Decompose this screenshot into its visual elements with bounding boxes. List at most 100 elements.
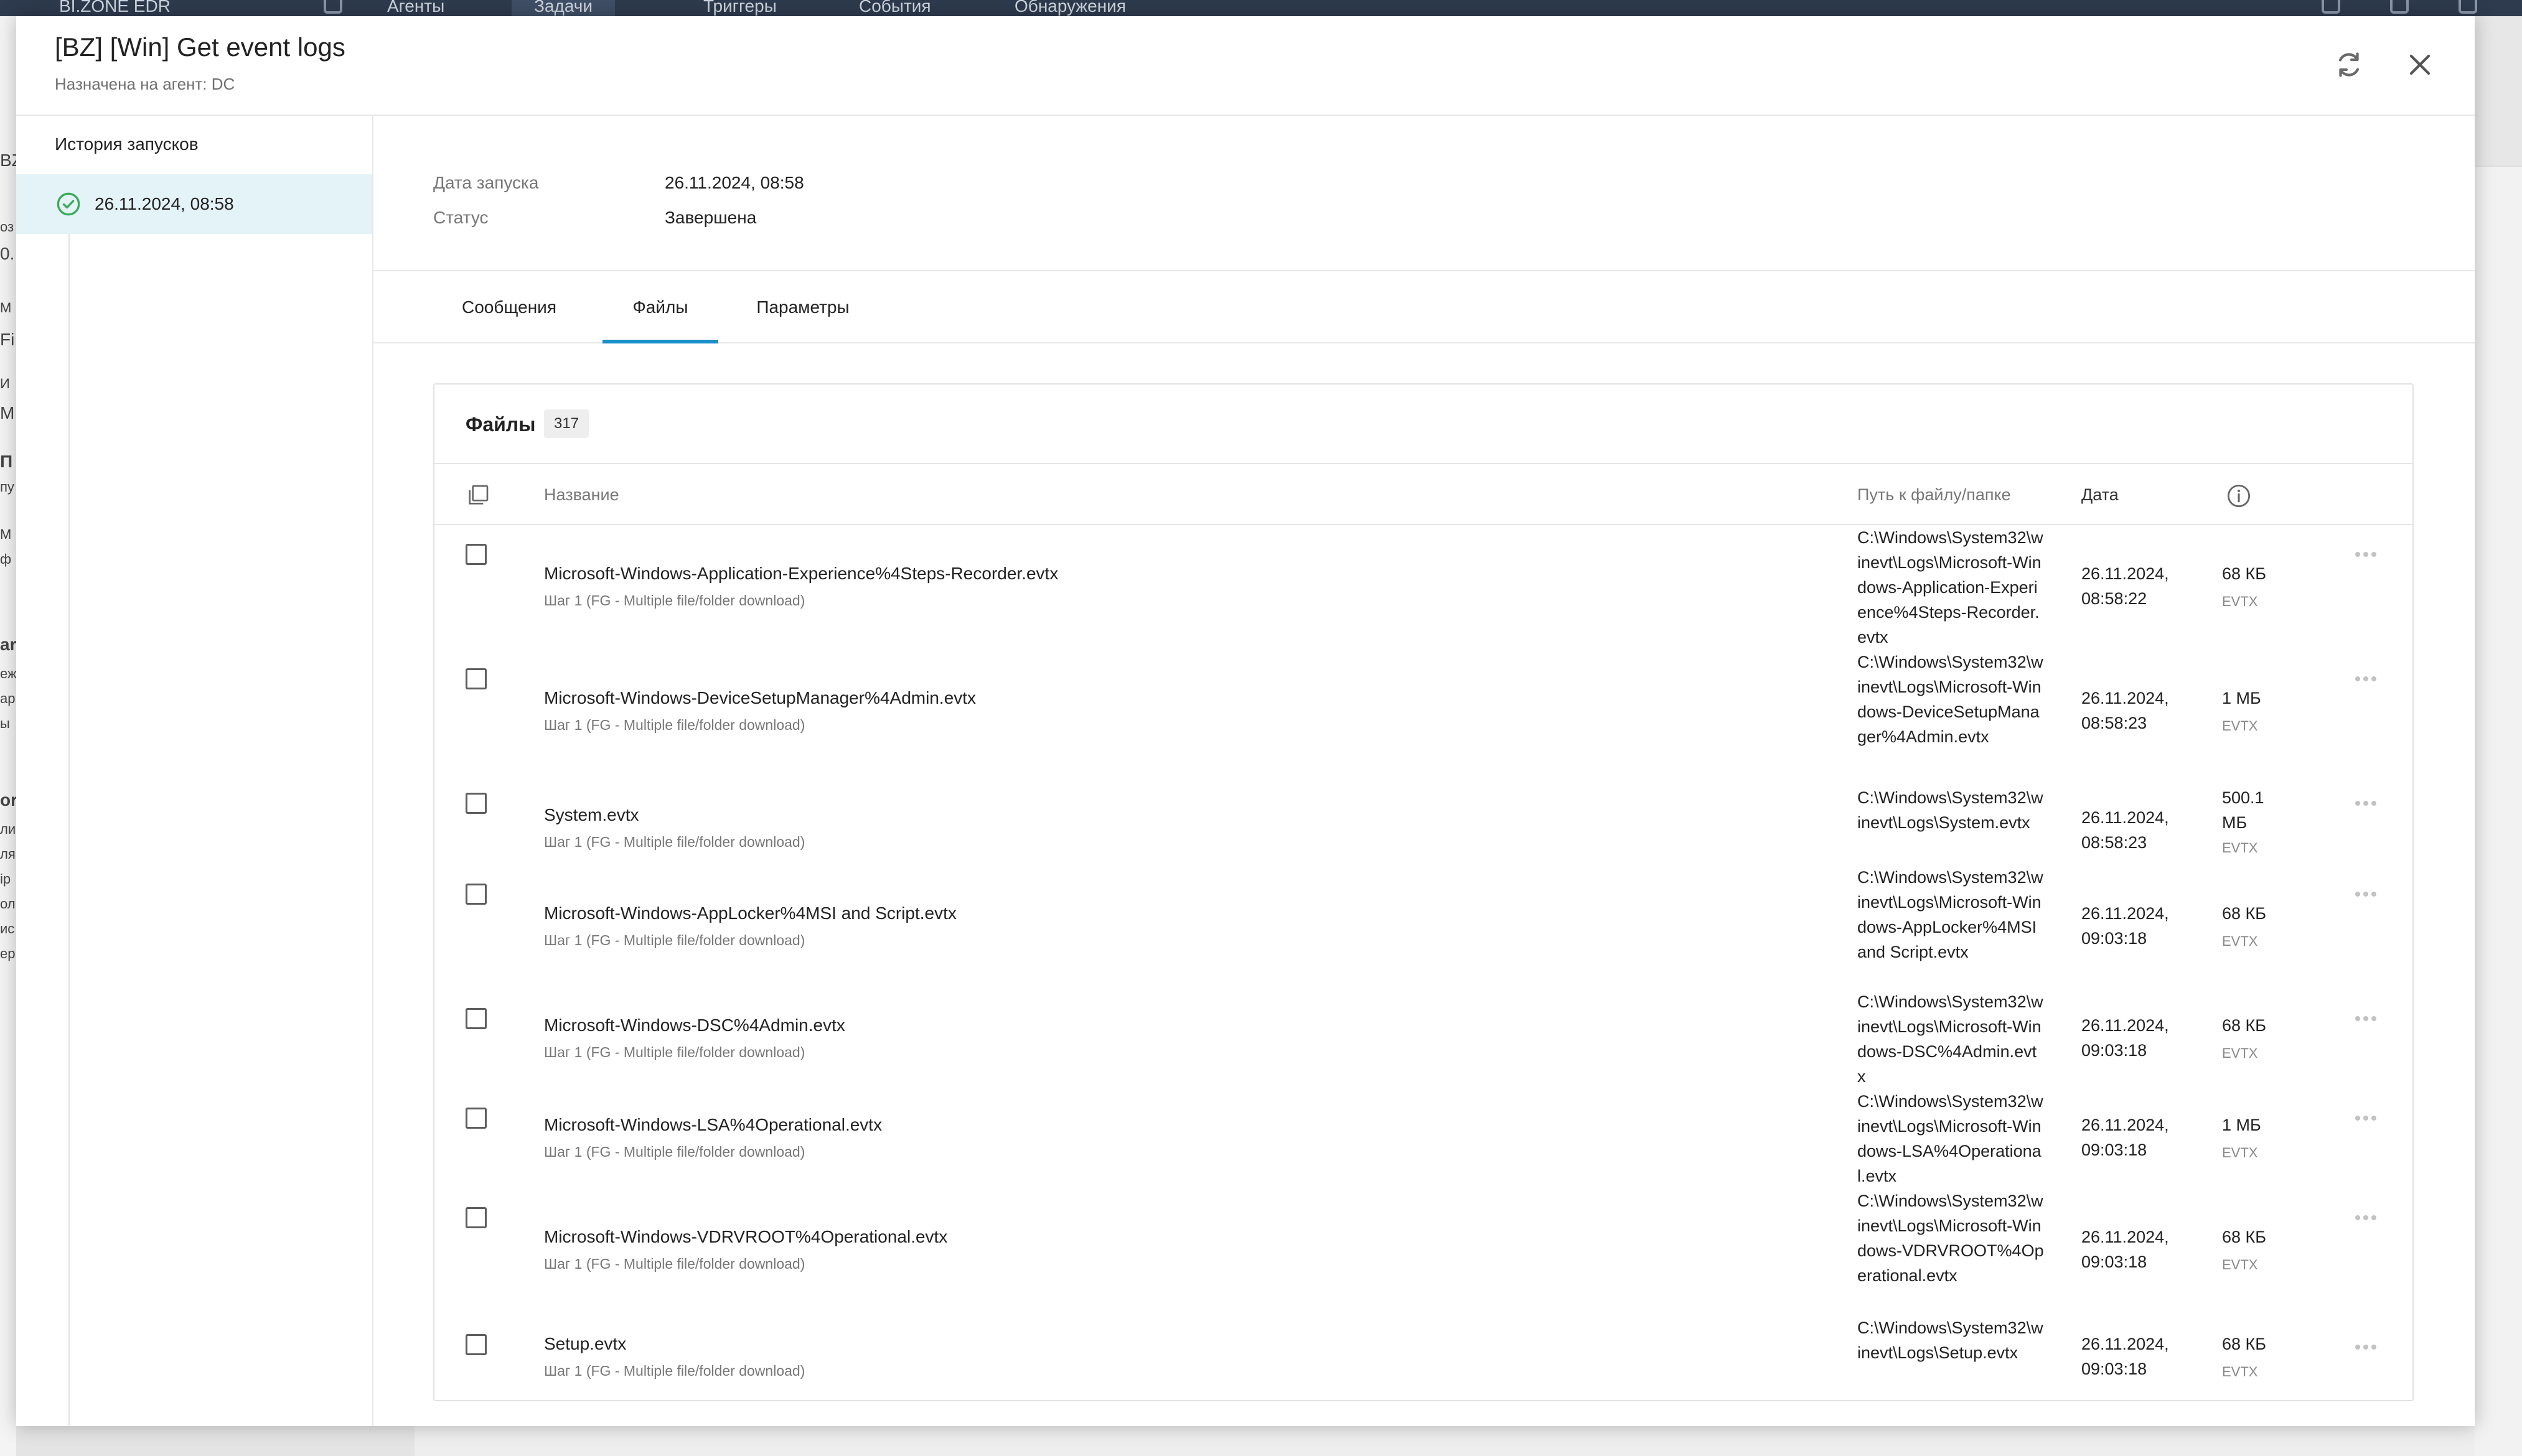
row-checkbox[interactable] xyxy=(466,1207,487,1228)
column-name[interactable]: Название xyxy=(544,485,619,505)
bg-fragment: ли xyxy=(0,821,16,837)
file-size: 1 МБ xyxy=(2222,689,2261,707)
table-row[interactable]: Microsoft-Windows-LSA%4Operational.evtx … xyxy=(434,1089,2412,1188)
file-path: C:\Windows\System32\winevt\Logs\Setup.ev… xyxy=(1857,1318,2043,1362)
background-footer-left xyxy=(16,1426,415,1456)
file-date: 26.11.2024, 08:58:23 xyxy=(2081,808,2169,852)
run-info: Дата запуска 26.11.2024, 08:58 Статус За… xyxy=(373,116,2475,271)
file-type: EVTX xyxy=(2222,594,2258,609)
file-size: 68 КБ xyxy=(2222,564,2266,583)
file-step: Шаг 1 (FG - Multiple file/folder downloa… xyxy=(544,834,805,850)
file-step: Шаг 1 (FG - Multiple file/folder downloa… xyxy=(544,1256,805,1272)
nav-detections[interactable]: Обнаружения xyxy=(1015,0,1126,16)
notifications-icon[interactable] xyxy=(2322,0,2340,14)
more-horizontal-icon[interactable] xyxy=(2355,1113,2383,1125)
info-icon[interactable] xyxy=(2226,483,2252,509)
refresh-button[interactable] xyxy=(2332,47,2366,82)
check-circle-icon xyxy=(57,192,80,216)
table-row[interactable]: Microsoft-Windows-DSC%4Admin.evtx Шаг 1 … xyxy=(434,989,2412,1089)
column-date[interactable]: Дата xyxy=(2081,485,2119,505)
table-row[interactable]: Microsoft-Windows-Application-Experience… xyxy=(434,525,2412,650)
more-horizontal-icon[interactable] xyxy=(2355,889,2383,901)
more-horizontal-icon[interactable] xyxy=(2355,798,2383,810)
bg-fragment: or xyxy=(0,790,16,810)
background-card xyxy=(2475,166,2522,1456)
run-history-item[interactable]: 26.11.2024, 08:58 xyxy=(16,174,372,234)
more-horizontal-icon[interactable] xyxy=(2355,673,2383,686)
tab-parameters[interactable]: Параметры xyxy=(747,271,859,343)
table-row[interactable]: Microsoft-Windows-DeviceSetupManager%4Ad… xyxy=(434,650,2412,774)
bg-fragment: ap xyxy=(0,691,16,706)
bg-fragment: ф xyxy=(0,551,12,567)
file-name: System.evtx xyxy=(544,805,639,824)
file-date: 26.11.2024, 09:03:18 xyxy=(2081,1228,2169,1271)
file-name: Microsoft-Windows-VDRVROOT%4Operational.… xyxy=(544,1227,948,1246)
tab-files[interactable]: Файлы xyxy=(602,271,718,343)
files-title: Файлы xyxy=(466,413,536,436)
file-path: C:\Windows\System32\winevt\Logs\Microsof… xyxy=(1857,1192,2044,1285)
refresh-icon xyxy=(2338,52,2360,77)
user-icon[interactable] xyxy=(2459,0,2477,14)
row-checkbox[interactable] xyxy=(466,1108,487,1129)
file-step: Шаг 1 (FG - Multiple file/folder downloa… xyxy=(544,1363,805,1379)
start-date-label: Дата запуска xyxy=(433,173,539,192)
tab-bar: Сообщения Файлы Параметры xyxy=(373,271,2475,343)
nav-tasks[interactable]: Задачи xyxy=(512,0,616,16)
dashboard-icon[interactable] xyxy=(324,0,342,14)
close-button[interactable] xyxy=(2402,47,2437,82)
column-path[interactable]: Путь к файлу/папке xyxy=(1857,485,2011,505)
status-label: Статус xyxy=(433,208,489,227)
tab-messages[interactable]: Сообщения xyxy=(454,271,564,343)
bg-fragment: ля xyxy=(0,846,16,862)
file-type: EVTX xyxy=(2222,1257,2258,1272)
more-horizontal-icon[interactable] xyxy=(2355,1013,2383,1025)
file-path: C:\Windows\System32\winevt\Logs\Microsof… xyxy=(1857,992,2043,1086)
more-horizontal-icon[interactable] xyxy=(2355,549,2383,561)
row-checkbox[interactable] xyxy=(466,1008,487,1029)
row-checkbox[interactable] xyxy=(466,884,487,905)
run-details: Дата запуска 26.11.2024, 08:58 Статус За… xyxy=(373,116,2475,1426)
row-checkbox[interactable] xyxy=(466,1334,487,1355)
file-step: Шаг 1 (FG - Multiple file/folder downloa… xyxy=(544,1044,805,1060)
table-row[interactable]: System.evtx Шаг 1 (FG - Multiple file/fo… xyxy=(434,774,2412,865)
app-topbar: BI.ZONE EDR Агенты Задачи Триггеры Событ… xyxy=(0,0,2522,16)
table-row[interactable]: Microsoft-Windows-VDRVROOT%4Operational.… xyxy=(434,1188,2412,1315)
file-date: 26.11.2024, 08:58:23 xyxy=(2081,689,2169,732)
background-sidebar: BZ оз 0. М Fi И М П пу М ф ar еж ap ы or… xyxy=(0,16,16,1456)
file-type: EVTX xyxy=(2222,1364,2258,1379)
file-date: 26.11.2024, 09:03:18 xyxy=(2081,1116,2169,1159)
file-name: Setup.evtx xyxy=(544,1334,627,1353)
bg-fragment: ip xyxy=(0,871,11,887)
bg-fragment: пу xyxy=(0,479,14,495)
background-right xyxy=(2475,16,2522,1456)
table-row[interactable]: Microsoft-Windows-AppLocker%4MSI and Scr… xyxy=(434,865,2412,989)
start-date-value: 26.11.2024, 08:58 xyxy=(665,173,804,192)
bg-fragment: П xyxy=(0,452,13,471)
nav-triggers[interactable]: Триггеры xyxy=(703,0,777,16)
row-checkbox[interactable] xyxy=(466,544,487,565)
more-horizontal-icon[interactable] xyxy=(2355,1212,2383,1225)
run-history-title: История запусков xyxy=(55,134,199,154)
table-row[interactable]: Setup.evtx Шаг 1 (FG - Multiple file/fol… xyxy=(434,1315,2412,1400)
file-name: Microsoft-Windows-LSA%4Operational.evtx xyxy=(544,1115,883,1134)
bg-fragment: ол xyxy=(0,896,16,912)
file-path: C:\Windows\System32\winevt\Logs\System.e… xyxy=(1857,788,2043,832)
more-horizontal-icon[interactable] xyxy=(2355,1342,2383,1354)
nav-events[interactable]: События xyxy=(859,0,931,16)
files-panel: Файлы 317 Название Путь к файлу/папке Да… xyxy=(433,383,2414,1401)
bg-fragment: ы xyxy=(0,716,10,731)
bg-fragment: ar xyxy=(0,635,16,654)
file-name: Microsoft-Windows-Application-Experience… xyxy=(544,564,1059,583)
row-checkbox[interactable] xyxy=(466,668,487,689)
app-brand: BI.ZONE EDR xyxy=(59,0,171,16)
nav-agents[interactable]: Агенты xyxy=(387,0,444,16)
row-checkbox[interactable] xyxy=(466,793,487,814)
background-footer xyxy=(415,1426,2522,1456)
bg-fragment: ер xyxy=(0,946,16,961)
file-type: EVTX xyxy=(2222,1045,2258,1061)
bg-fragment: оз xyxy=(0,219,14,235)
run-history-sidebar: История запусков 26.11.2024, 08:58 xyxy=(16,116,373,1426)
copy-icon[interactable] xyxy=(466,483,490,508)
settings-icon[interactable] xyxy=(2390,0,2409,14)
file-name: Microsoft-Windows-DeviceSetupManager%4Ad… xyxy=(544,688,977,707)
